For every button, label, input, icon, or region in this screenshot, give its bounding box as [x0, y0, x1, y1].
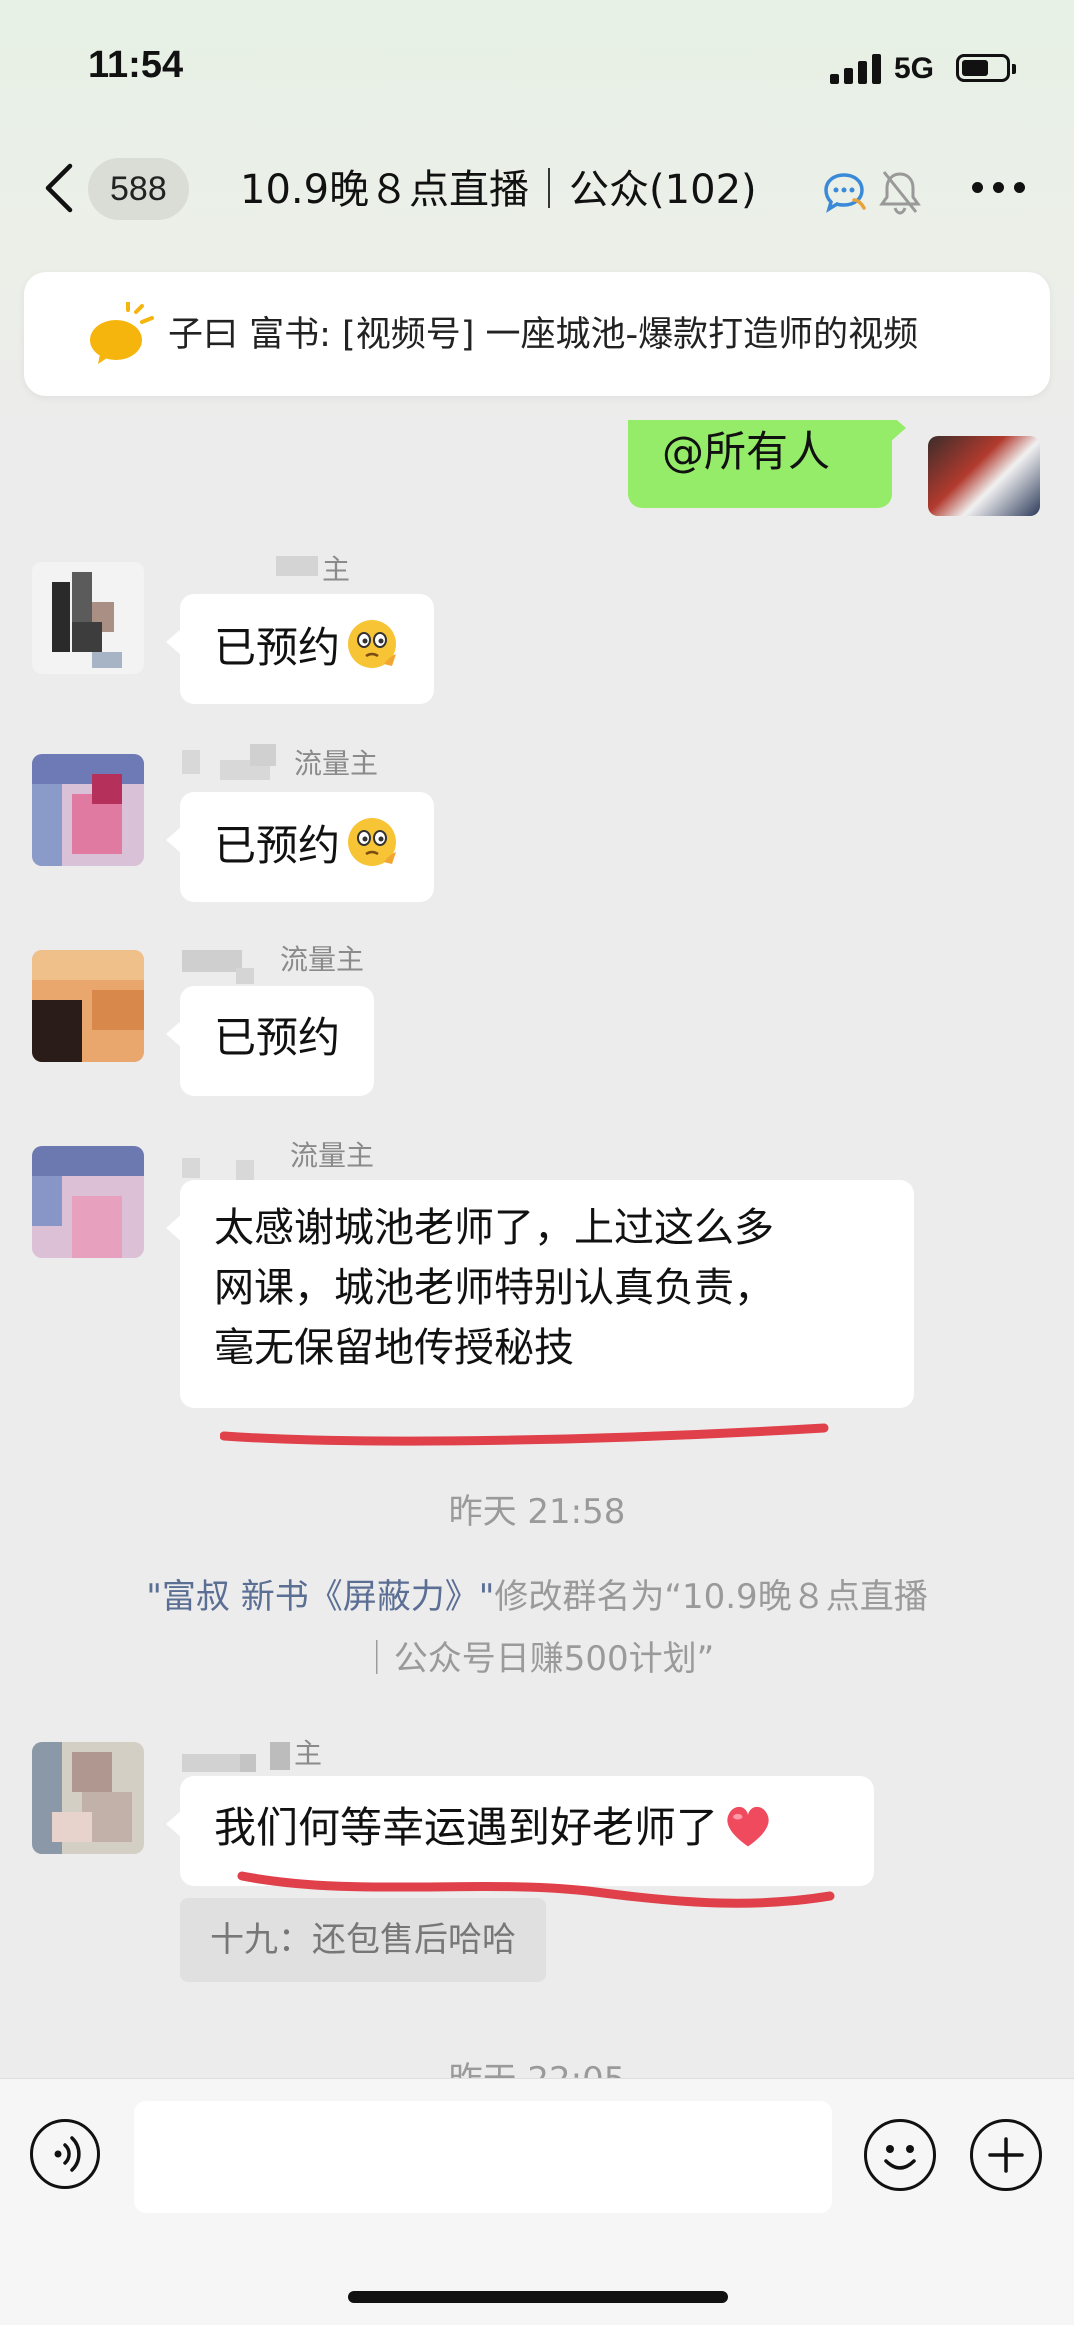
bell-slash-icon — [879, 171, 921, 215]
quoted-reply[interactable]: 十九：还包售后哈哈 — [180, 1898, 546, 1982]
network-type: 5G — [894, 52, 935, 85]
actor-link[interactable]: "富叔 新书《屏蔽力》" — [146, 1577, 494, 1617]
more-dots-icon[interactable] — [968, 178, 1028, 198]
signal-icon — [830, 54, 882, 84]
outgoing-message[interactable]: @所有人 — [628, 420, 906, 508]
pixelated-name — [236, 968, 254, 984]
system-text: 修改群名为“10.9晚８点直播 — [494, 1577, 928, 1617]
sender-nickname: 流量主 — [280, 943, 365, 976]
battery-icon — [956, 54, 1016, 82]
voice-icon[interactable] — [30, 2119, 100, 2189]
message-text-line: 太感谢城池老师了，上过这么多 — [214, 1205, 774, 1251]
input-bar — [0, 2078, 1074, 2325]
avatar[interactable] — [32, 1742, 144, 1854]
message-list[interactable]: @所有人 主 已预约 流量主 已预约 流量主 已预约 流量主 太感谢城池老师了，… — [0, 420, 1074, 2080]
chat-title[interactable]: 10.9晚８点直播｜公众(102) — [240, 160, 757, 220]
thinking-emoji-icon — [348, 620, 397, 668]
sender-nickname: 流量主 — [294, 747, 379, 780]
pixelated-name — [236, 1160, 254, 1180]
message-text: 已预约 — [214, 623, 341, 672]
thinking-emoji-icon — [348, 818, 397, 866]
sender-nickname: 主 — [294, 1737, 323, 1770]
message-text-line: 毫无保留地传授秘技 — [214, 1325, 574, 1371]
pinned-notice[interactable]: 子曰 富书: [视频号] 一座城池-爆款打造师的视频 — [24, 272, 1050, 396]
unread-badge[interactable]: 588 — [88, 158, 189, 220]
avatar[interactable] — [928, 436, 1040, 516]
message-text-line: 网课，城池老师特别认真负责， — [214, 1265, 774, 1311]
system-text: ｜公众号日赚500计划” — [359, 1639, 715, 1679]
avatar[interactable] — [32, 1146, 144, 1258]
pixelated-name — [182, 1754, 242, 1772]
avatar[interactable] — [32, 754, 144, 866]
avatar[interactable] — [32, 950, 144, 1062]
message-timestamp: 昨天 21:58 — [448, 1492, 626, 1532]
pixelated-name — [250, 744, 276, 766]
sender-nickname: 流量主 — [290, 1139, 375, 1172]
status-bar: 11:54 5G — [0, 0, 1074, 130]
notice-text: 子曰 富书: [视频号] 一座城池-爆款打造师的视频 — [168, 315, 919, 355]
plus-icon[interactable] — [970, 2119, 1042, 2191]
message-text: 我们何等幸运遇到好老师了 — [214, 1803, 719, 1852]
speaker-bubble-icon — [90, 302, 154, 364]
message-text: 已预约 — [214, 821, 341, 870]
pixelated-name — [240, 1754, 256, 1772]
system-message: "富叔 新书《屏蔽力》"修改群名为“10.9晚８点直播 ｜公众号日赚500计划” — [80, 1566, 994, 1690]
smiley-icon[interactable] — [864, 2119, 936, 2191]
pixelated-name — [270, 1742, 290, 1770]
pixelated-name — [182, 950, 242, 972]
avatar[interactable] — [32, 562, 144, 674]
red-underline-annotation — [220, 1423, 829, 1446]
message-timestamp: 昨天 22:05 — [448, 2060, 626, 2080]
pixelated-name — [276, 556, 318, 576]
message-text: @所有人 — [662, 427, 831, 476]
message-text: 已预约 — [214, 1013, 341, 1062]
status-time: 11:54 — [88, 44, 184, 86]
pixelated-name — [182, 1158, 200, 1178]
chat-bubble-icon — [824, 173, 866, 213]
incoming-message[interactable]: 已预约 — [165, 594, 435, 704]
incoming-message[interactable]: 已预约 — [165, 986, 375, 1096]
heart-icon — [727, 1806, 769, 1847]
incoming-message[interactable]: 太感谢城池老师了，上过这么多 网课，城池老师特别认真负责， 毫无保留地传授秘技 — [166, 1180, 914, 1408]
chat-navbar: 588 10.9晚８点直播｜公众(102) — [0, 150, 1074, 230]
incoming-message[interactable]: 已预约 — [165, 792, 435, 902]
chevron-left-icon[interactable] — [40, 162, 80, 214]
pixelated-name — [182, 750, 200, 774]
message-input[interactable] — [134, 2101, 832, 2213]
home-indicator — [348, 2291, 728, 2303]
sender-nickname: 主 — [322, 553, 351, 586]
